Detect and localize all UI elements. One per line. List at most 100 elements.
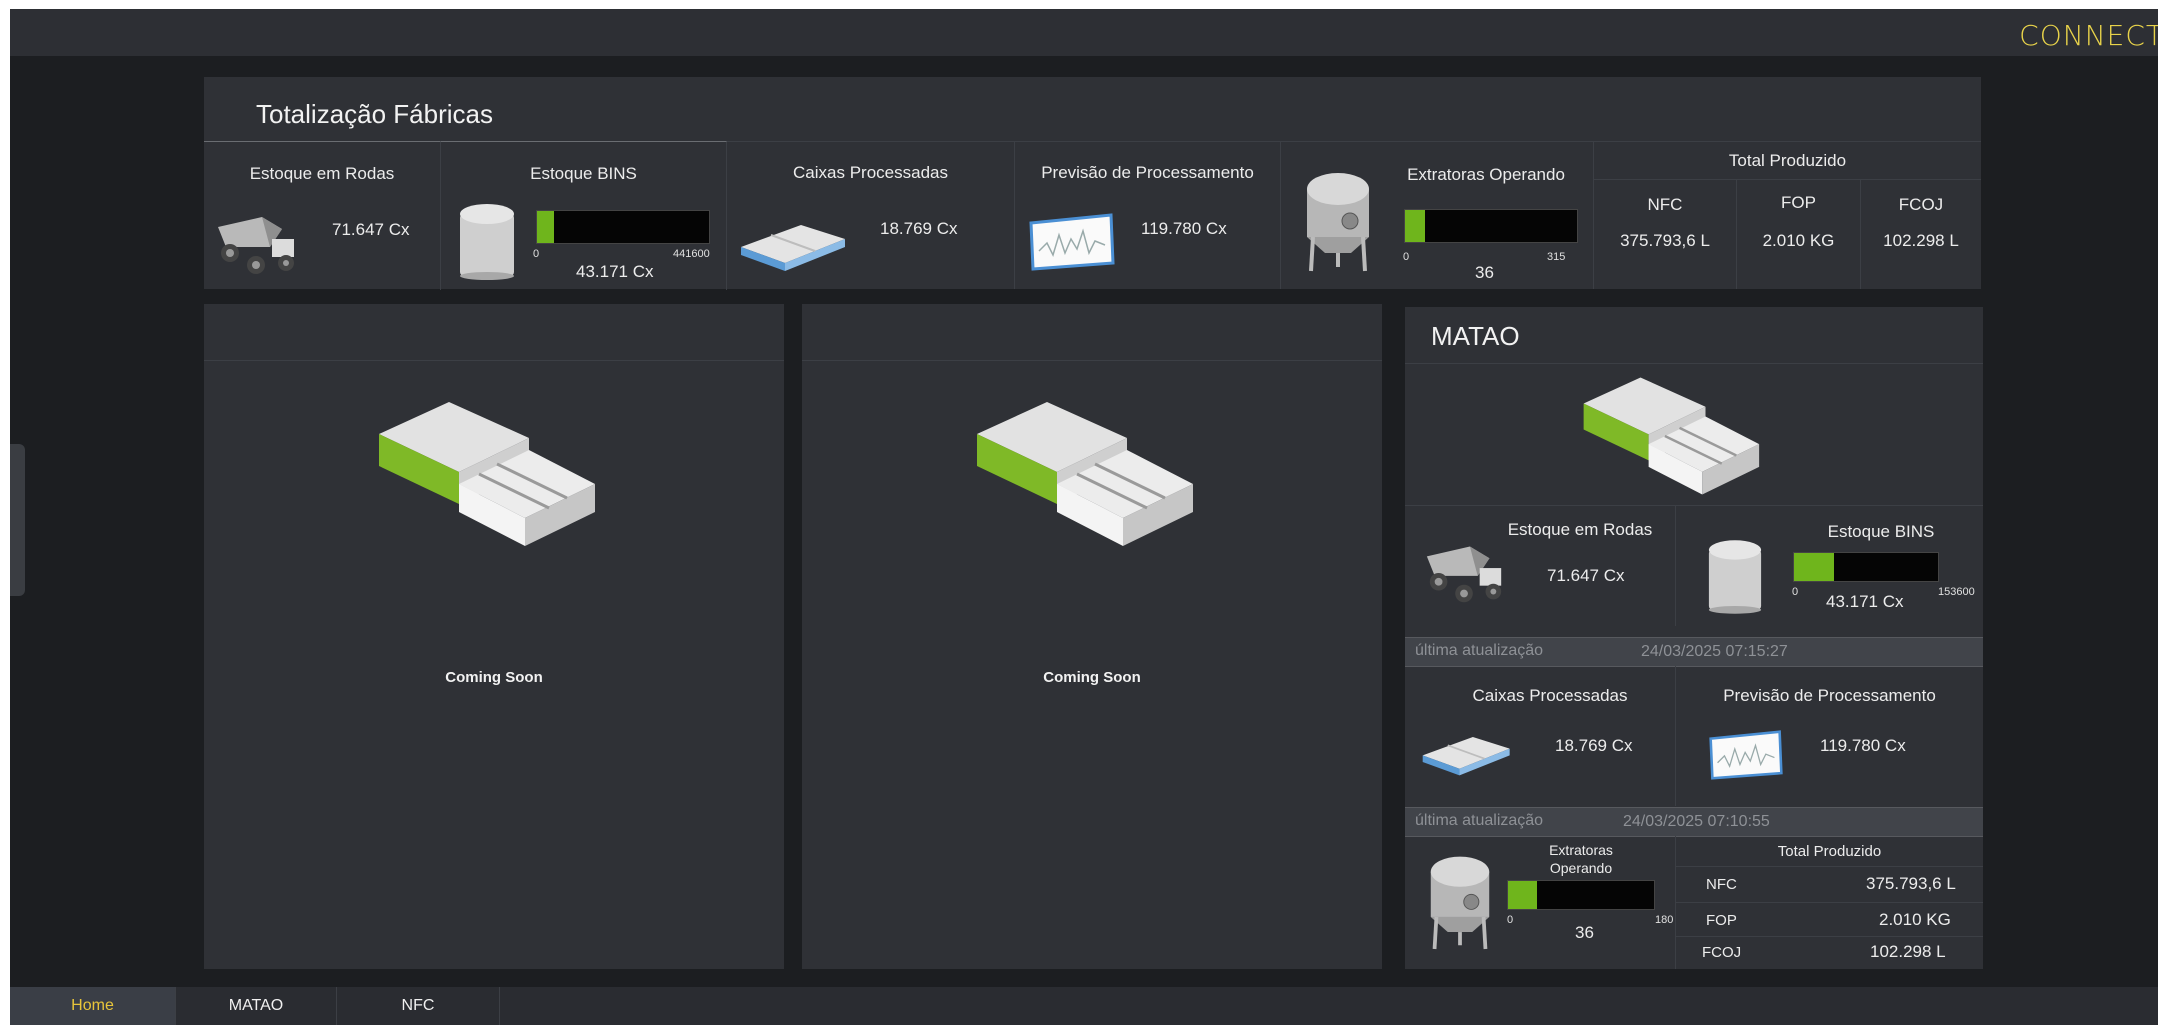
tab-home[interactable]: Home bbox=[10, 987, 176, 1025]
matao-total-nfc-name: NFC bbox=[1706, 876, 1737, 893]
matao-extratoras-value: 36 bbox=[1575, 923, 1594, 942]
total-fop: FOP 2.010 KG bbox=[1737, 180, 1861, 289]
tab-nfc[interactable]: NFC bbox=[337, 987, 500, 1025]
matao-last-update-1: última atualização 24/03/2025 07:15:27 bbox=[1405, 637, 1983, 667]
matao-previsao-value: 119.780 Cx bbox=[1820, 736, 1906, 755]
coming-soon-label: Coming Soon bbox=[1043, 669, 1141, 686]
matao-estoque-rodas[interactable]: Estoque em Rodas 71.647 Cx bbox=[1405, 506, 1676, 626]
extractor-tank-icon bbox=[1430, 856, 1490, 950]
factory-icon bbox=[379, 402, 595, 546]
matao-estoque-rodas-value: 71.647 Cx bbox=[1547, 566, 1625, 585]
matao-estoque-bins-gauge bbox=[1793, 552, 1939, 582]
estoque-bins-max: 441600 bbox=[673, 248, 710, 260]
matao-previsao[interactable]: Previsão de Processamento 119.780 Cx bbox=[1676, 666, 1983, 806]
waveform-icon bbox=[1029, 213, 1115, 271]
summary-estoque-bins[interactable]: Estoque BINS 0 441600 43.171 Cx bbox=[441, 141, 727, 290]
factory-panel-2[interactable]: Coming Soon bbox=[802, 304, 1382, 969]
factory-icon bbox=[977, 402, 1193, 546]
matao-total-divider-2 bbox=[1676, 902, 1983, 903]
summary-previsao[interactable]: Previsão de Processamento 119.780 Cx bbox=[1015, 141, 1281, 289]
matao-total-produzido-label: Total Produzido bbox=[1777, 843, 1882, 860]
matao-title: MATAO bbox=[1431, 321, 1520, 351]
previsao-label: Previsão de Processamento bbox=[1041, 163, 1254, 182]
total-nfc-name: NFC bbox=[1647, 195, 1683, 214]
boxes-icon bbox=[1422, 736, 1510, 776]
matao-estoque-bins-value: 43.171 Cx bbox=[1826, 592, 1904, 611]
matao-total-fop-name: FOP bbox=[1706, 912, 1737, 929]
summary-caixas[interactable]: Caixas Processadas 18.769 Cx bbox=[727, 141, 1015, 289]
factory-panel-1-header-divider bbox=[204, 360, 784, 361]
matao-estoque-bins-min: 0 bbox=[1792, 586, 1799, 598]
waveform-icon bbox=[1709, 730, 1783, 780]
app-window: CONNECT Totalização Fábricas Estoque em … bbox=[10, 9, 2158, 1025]
matao-estoque-rodas-label: Estoque em Rodas bbox=[1507, 520, 1653, 539]
matao-total-fcoj-value: 102.298 L bbox=[1870, 942, 1946, 961]
caixas-label: Caixas Processadas bbox=[793, 163, 948, 182]
boxes-icon bbox=[741, 225, 845, 271]
top-bar: CONNECT bbox=[10, 9, 2158, 56]
matao-total-fop-value: 2.010 KG bbox=[1879, 910, 1951, 929]
matao-estoque-bins[interactable]: Estoque BINS 0 153600 43.171 Cx bbox=[1676, 506, 1983, 626]
matao-panel[interactable]: MATAO Estoque em Rodas 71.647 Cx Estoque… bbox=[1405, 307, 1983, 969]
total-fcoj-name: FCOJ bbox=[1898, 195, 1944, 214]
total-nfc-value: 375.793,6 L bbox=[1620, 231, 1710, 250]
summary-extratoras[interactable]: Extratoras Operando 0 315 36 bbox=[1281, 141, 1594, 289]
summary-title: Totalização Fábricas bbox=[256, 99, 493, 129]
matao-caixas-value: 18.769 Cx bbox=[1555, 736, 1633, 755]
side-drawer-handle[interactable] bbox=[10, 444, 25, 596]
summary-total-produzido[interactable]: Total Produzido NFC 375.793,6 L FOP 2.01… bbox=[1594, 141, 1981, 289]
connect-logo: CONNECT bbox=[2019, 19, 2158, 52]
estoque-bins-label: Estoque BINS bbox=[530, 164, 637, 183]
total-fcoj: FCOJ 102.298 L bbox=[1861, 180, 1981, 289]
total-nfc: NFC 375.793,6 L bbox=[1594, 180, 1737, 289]
truck-icon bbox=[218, 217, 294, 274]
total-fop-value: 2.010 KG bbox=[1762, 231, 1835, 250]
matao-total-produzido[interactable]: Total Produzido NFC 375.793,6 L FOP 2.01… bbox=[1676, 836, 1983, 969]
extratoras-min: 0 bbox=[1403, 251, 1410, 263]
caixas-value: 18.769 Cx bbox=[880, 219, 958, 238]
matao-estoque-bins-label: Estoque BINS bbox=[1827, 522, 1935, 541]
summary-panel: Totalização Fábricas Estoque em Rodas 71… bbox=[204, 77, 1981, 290]
silo-icon bbox=[1708, 540, 1762, 614]
estoque-bins-gauge bbox=[536, 210, 710, 244]
estoque-bins-min: 0 bbox=[533, 248, 540, 260]
matao-total-divider-3 bbox=[1676, 936, 1983, 937]
extractor-tank-icon bbox=[1307, 173, 1369, 272]
last-update-label: última atualização bbox=[1415, 642, 1544, 659]
factory-panel-2-header-divider bbox=[802, 360, 1382, 361]
estoque-rodas-label: Estoque em Rodas bbox=[249, 164, 395, 183]
matao-total-divider-1 bbox=[1676, 866, 1983, 867]
matao-total-nfc-value: 375.793,6 L bbox=[1866, 874, 1956, 893]
extratoras-gauge-fill bbox=[1405, 210, 1425, 242]
matao-estoque-bins-max: 153600 bbox=[1938, 586, 1975, 598]
last-update-time: 24/03/2025 07:10:55 bbox=[1623, 813, 1770, 830]
truck-icon bbox=[1426, 546, 1502, 603]
silo-icon bbox=[460, 204, 514, 280]
matao-caixas[interactable]: Caixas Processadas 18.769 Cx bbox=[1405, 666, 1676, 806]
matao-header-divider bbox=[1405, 363, 1983, 364]
tab-matao[interactable]: MATAO bbox=[176, 987, 337, 1025]
matao-extratoras-min: 0 bbox=[1507, 914, 1514, 926]
previsao-value: 119.780 Cx bbox=[1141, 219, 1227, 238]
summary-estoque-rodas[interactable]: Estoque em Rodas 71.647 Cx bbox=[204, 141, 441, 290]
bottom-tab-bar: Home MATAO NFC bbox=[10, 987, 2158, 1025]
matao-extratoras[interactable]: Extratoras Operando 0 180 36 bbox=[1405, 836, 1676, 969]
extratoras-value: 36 bbox=[1475, 263, 1494, 282]
factory-icon bbox=[1583, 377, 1760, 495]
total-fop-name: FOP bbox=[1781, 193, 1816, 212]
matao-extratoras-gauge-fill bbox=[1508, 881, 1538, 909]
extratoras-gauge bbox=[1404, 209, 1578, 243]
matao-extratoras-max: 180 bbox=[1655, 914, 1674, 926]
matao-last-update-2: última atualização 24/03/2025 07:10:55 bbox=[1405, 807, 1983, 837]
factory-panel-1[interactable]: Coming Soon bbox=[204, 304, 784, 969]
last-update-label: última atualização bbox=[1415, 812, 1544, 829]
matao-total-fcoj-name: FCOJ bbox=[1702, 944, 1742, 961]
total-fcoj-value: 102.298 L bbox=[1883, 231, 1959, 250]
estoque-bins-gauge-fill bbox=[537, 211, 554, 243]
matao-estoque-bins-gauge-fill bbox=[1794, 553, 1835, 581]
last-update-time: 24/03/2025 07:15:27 bbox=[1641, 643, 1788, 660]
estoque-rodas-value: 71.647 Cx bbox=[332, 220, 410, 239]
matao-extratoras-label-line1: Extratoras bbox=[1549, 842, 1613, 858]
matao-caixas-label: Caixas Processadas bbox=[1472, 686, 1628, 705]
total-produzido-label: Total Produzido bbox=[1728, 151, 1847, 170]
